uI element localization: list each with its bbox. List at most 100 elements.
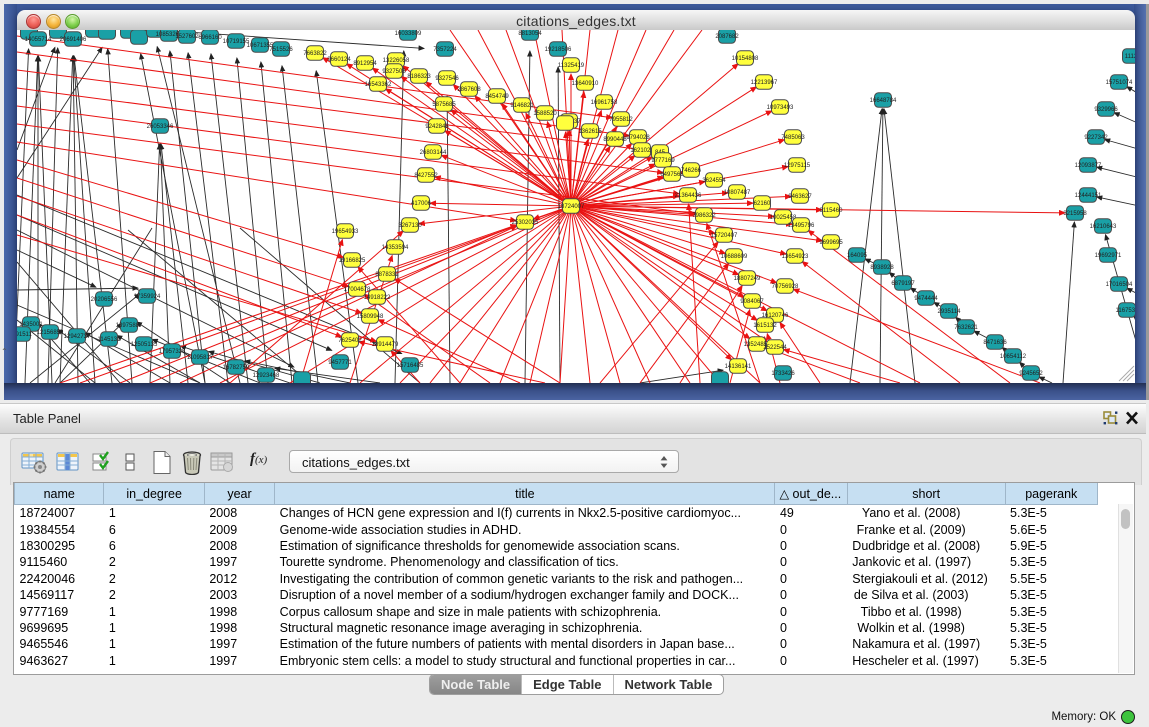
svg-text:9329966: 9329966 [1094,107,1118,113]
svg-text:15751074: 15751074 [1106,80,1133,86]
svg-text:8427552: 8427552 [414,173,438,179]
svg-text:8813054: 8813054 [518,31,542,37]
svg-text:14136141: 14136141 [725,364,752,370]
svg-text:14353594: 14353594 [382,245,409,251]
svg-text:391511: 391511 [17,332,32,338]
svg-text:16782759: 16782759 [223,365,250,371]
svg-text:9660124: 9660124 [327,57,351,63]
svg-text:15809948: 15809948 [357,314,384,320]
svg-text:6966160: 6966160 [198,35,222,41]
svg-text:14918222: 14918222 [364,295,391,301]
svg-text:7955812: 7955812 [609,117,633,123]
svg-text:9227342: 9227342 [1084,135,1108,141]
svg-text:9242848: 9242848 [425,124,449,130]
svg-text:9327546: 9327546 [435,76,459,82]
svg-text:8990448: 8990448 [603,137,627,143]
svg-text:7625402: 7625402 [338,338,362,344]
svg-text:14055714: 14055714 [25,37,52,43]
svg-text:2522544: 2522544 [763,345,787,351]
svg-text:8186323: 8186323 [407,74,431,80]
svg-text:26053346: 26053346 [147,124,174,130]
svg-text:9699695: 9699695 [819,240,843,246]
svg-text:18807249: 18807249 [734,276,761,282]
svg-text:13975887: 13975887 [116,323,143,329]
svg-text:2935114: 2935114 [938,309,962,315]
svg-text:9777169: 9777169 [651,158,675,164]
svg-text:1527602: 1527602 [175,34,199,40]
svg-text:7515526: 7515526 [269,47,293,53]
svg-text:17016504: 17016504 [1106,282,1133,288]
svg-text:7357224: 7357224 [433,47,457,53]
svg-text:20691406: 20691406 [60,37,87,43]
svg-text:10688609: 10688609 [721,254,748,260]
svg-text:20206556: 20206556 [91,297,118,303]
svg-text:25302035: 25302035 [512,220,539,226]
svg-text:9146821: 9146821 [510,103,534,109]
svg-text:9457771: 9457771 [328,360,352,366]
svg-text:12505135: 12505135 [131,342,158,348]
svg-text:16961758: 16961758 [591,100,618,106]
svg-text:8938928: 8938928 [870,265,894,271]
svg-text:12975115: 12975115 [784,163,811,169]
svg-text:3624554: 3624554 [702,178,726,184]
svg-text:746266: 746266 [681,168,702,174]
svg-text:70756928: 70756928 [772,284,799,290]
svg-text:1621022: 1621022 [630,148,654,154]
svg-text:10154808: 10154808 [732,56,759,62]
svg-text:12444151: 12444151 [1075,193,1102,199]
svg-text:9245652: 9245652 [1019,371,1043,377]
svg-text:417006: 417006 [411,201,432,207]
svg-text:13495796: 13495796 [788,223,815,229]
svg-text:5875685: 5875685 [432,102,456,108]
svg-text:13640910: 13640910 [572,81,599,87]
svg-text:1362615: 1362615 [578,129,602,135]
svg-text:1145131: 1145131 [98,337,122,343]
svg-text:12093877: 12093877 [1075,163,1102,169]
svg-text:10807487: 10807487 [724,190,751,196]
svg-text:16033809: 16033809 [395,31,422,37]
svg-text:11095817: 11095817 [187,355,214,361]
svg-text:12213967: 12213967 [751,80,778,86]
svg-text:13654923: 13654923 [782,254,809,260]
svg-text:7632621: 7632621 [954,325,978,331]
svg-text:2087682: 2087682 [715,34,739,40]
svg-text:17004678: 17004678 [344,287,371,293]
svg-text:9474444: 9474444 [914,296,938,302]
svg-text:8454749: 8454749 [485,94,509,100]
svg-text:10973493: 10973493 [767,105,794,111]
svg-text:16648784: 16648784 [870,98,897,104]
svg-text:10654112: 10654112 [1000,354,1027,360]
svg-text:2867608: 2867608 [457,87,481,93]
svg-text:16210643: 16210643 [1090,224,1117,230]
svg-text:19654933: 19654933 [332,229,359,235]
svg-text:9115460: 9115460 [820,208,844,214]
svg-text:1588520: 1588520 [533,111,557,117]
svg-text:3215958: 3215958 [1063,211,1087,217]
svg-text:26803144: 26803144 [420,150,447,156]
svg-text:9327508: 9327508 [382,69,406,75]
svg-text:15720407: 15720407 [711,233,738,239]
svg-text:18914479: 18914479 [372,342,399,348]
svg-text:15716485: 15716485 [397,363,424,369]
svg-text:19218506: 19218506 [545,47,572,53]
svg-text:1112: 1112 [1125,54,1135,60]
svg-text:8471636: 8471636 [983,340,1007,346]
svg-text:11325419: 11325419 [558,63,585,69]
svg-text:12156859: 12156859 [37,330,64,336]
svg-text:164095: 164095 [847,253,868,259]
svg-text:1615132: 1615132 [753,323,777,329]
svg-text:19166825: 19166825 [339,258,366,264]
svg-text:7485063: 7485063 [781,135,805,141]
svg-text:9084067: 9084067 [740,299,764,305]
svg-text:1167534: 1167534 [1116,308,1135,314]
svg-text:18724007: 18724007 [558,204,585,210]
svg-text:8912954: 8912954 [353,61,377,67]
svg-text:9463627: 9463627 [788,194,812,200]
svg-text:62160: 62160 [754,201,771,207]
svg-text:21364436: 21364436 [675,193,702,199]
svg-text:7663822: 7663822 [303,51,327,57]
svg-text:19692971: 19692971 [1095,253,1122,259]
svg-text:6879197: 6879197 [891,281,915,287]
svg-text:3267130: 3267130 [398,223,422,229]
svg-text:1733426: 1733426 [771,371,795,377]
